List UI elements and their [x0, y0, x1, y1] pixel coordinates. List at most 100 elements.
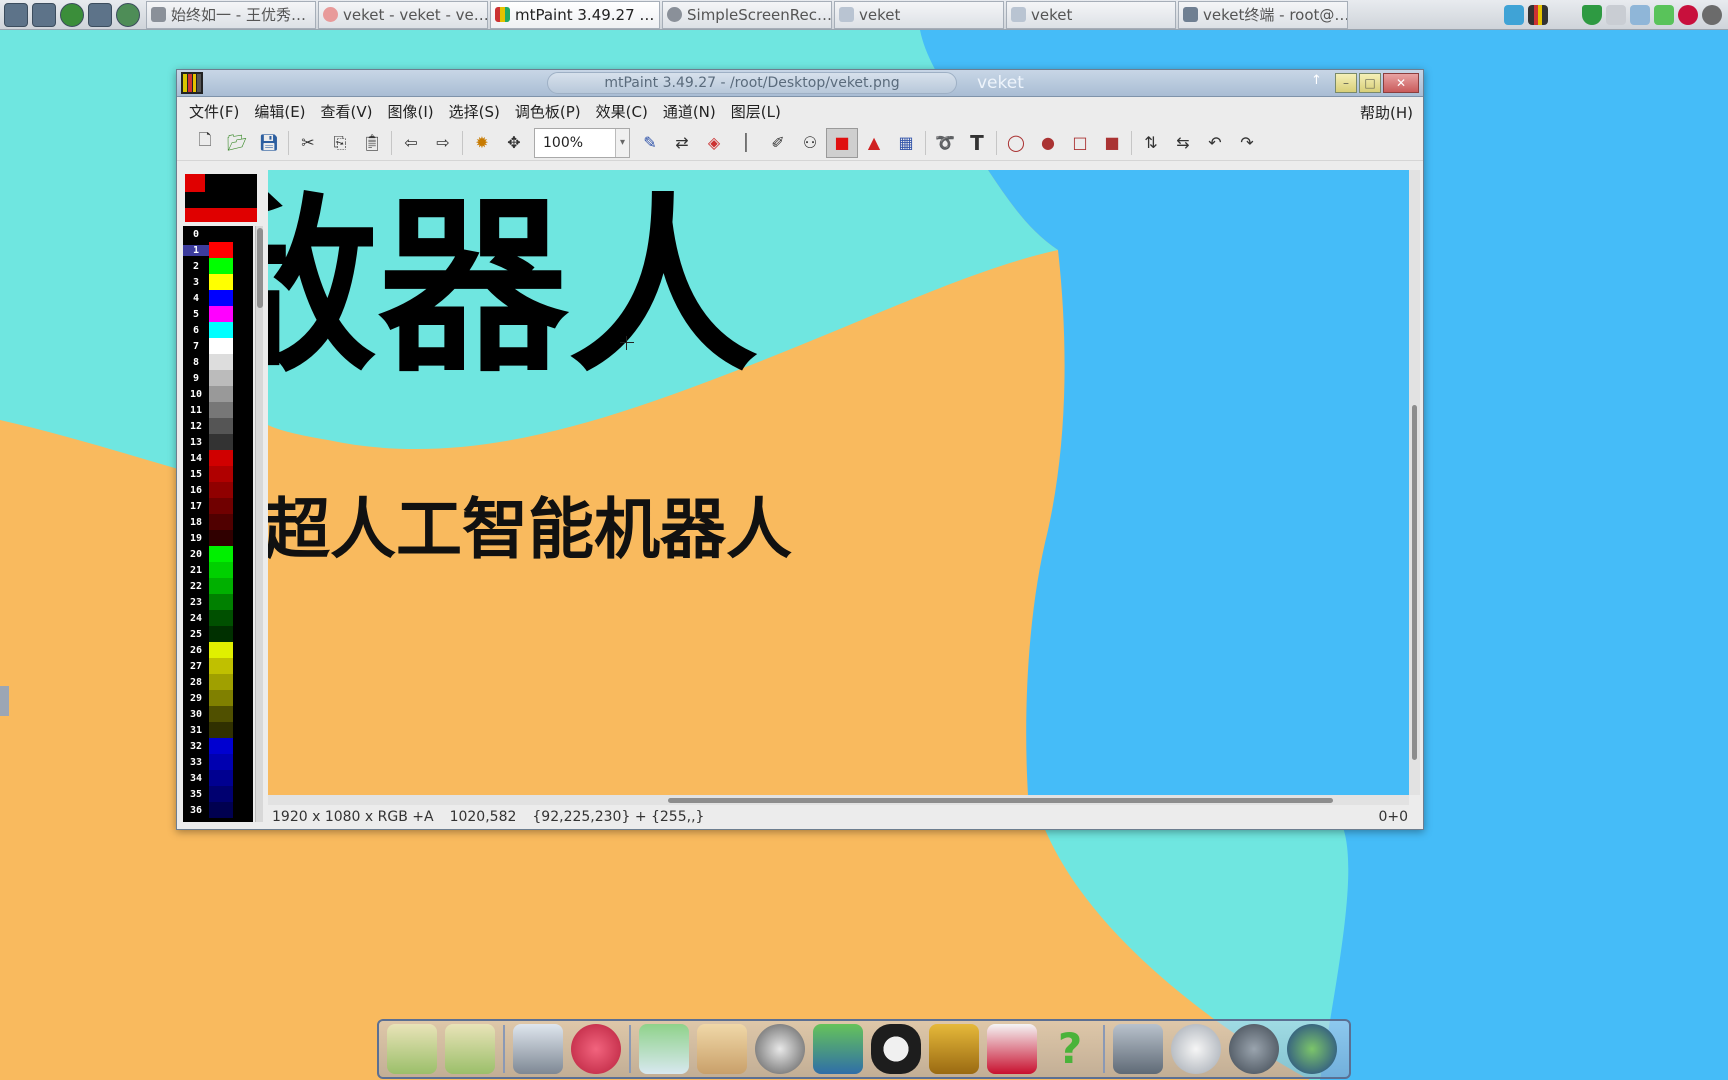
palette-entry[interactable]: 17 [183, 498, 253, 514]
palette-entry[interactable]: 5 [183, 306, 253, 322]
palette-swatch[interactable] [209, 658, 233, 674]
palette-swatch[interactable] [209, 754, 233, 770]
palette-entry[interactable]: 10 [183, 386, 253, 402]
help-icon[interactable]: ? [1045, 1024, 1095, 1074]
palette-swatch[interactable] [209, 258, 233, 274]
palette-entry[interactable]: 18 [183, 514, 253, 530]
palette-entry[interactable]: 29 [183, 690, 253, 706]
palette-swatch[interactable] [209, 674, 233, 690]
task-button[interactable]: veket - veket - ve… [318, 0, 488, 29]
menu-effects[interactable]: 效果(C) [596, 101, 648, 122]
battery-icon[interactable] [1654, 5, 1674, 25]
task-button[interactable]: veket [1006, 0, 1176, 29]
palette-entry[interactable]: 35 [183, 786, 253, 802]
palette-swatch[interactable] [209, 402, 233, 418]
palette-swatch[interactable] [209, 450, 233, 466]
globe-icon[interactable] [1287, 1024, 1337, 1074]
zoom-select[interactable]: 100% ▾ [534, 127, 630, 158]
palette-entry[interactable]: 24 [183, 610, 253, 626]
palette-swatch[interactable] [209, 514, 233, 530]
document-icon[interactable] [387, 1024, 437, 1074]
rotate-left-icon[interactable]: ↶ [1199, 128, 1231, 158]
task-button[interactable]: 始终如一 - 王优秀… [146, 0, 316, 29]
palette-entry[interactable]: 36 [183, 802, 253, 818]
cut-icon[interactable]: ✂ [292, 128, 324, 158]
network-manager-icon[interactable] [1630, 5, 1650, 25]
palette-swatch[interactable] [209, 242, 233, 258]
chevron-down-icon[interactable]: ▾ [615, 128, 629, 157]
ellipse-outline-icon[interactable]: ◯ [1000, 128, 1032, 158]
menu-layers[interactable]: 图层(L) [731, 101, 781, 122]
flip-vertical-icon[interactable]: ⇅ [1135, 128, 1167, 158]
palette-swatch[interactable] [209, 578, 233, 594]
scrollbar-thumb[interactable] [668, 798, 1333, 803]
palette-swatch[interactable] [209, 594, 233, 610]
paint-icon[interactable]: ✎ [634, 128, 666, 158]
close-button[interactable]: ✕ [1383, 73, 1419, 93]
mascot-icon[interactable] [571, 1024, 621, 1074]
palette-swatch[interactable] [209, 322, 233, 338]
palette-entry[interactable]: 20 [183, 546, 253, 562]
task-button-active[interactable]: mtPaint 3.49.27 … [490, 0, 660, 29]
palette-entry[interactable]: 15 [183, 466, 253, 482]
palette-swatch[interactable] [209, 690, 233, 706]
palette-swatch[interactable] [209, 770, 233, 786]
palette-entry[interactable]: 0 [183, 226, 253, 242]
maximize-button[interactable]: □ [1359, 73, 1381, 93]
palette-entry[interactable]: 22 [183, 578, 253, 594]
palette-entry[interactable]: 14 [183, 450, 253, 466]
palette-entry[interactable]: 12 [183, 418, 253, 434]
paint-icon[interactable] [697, 1024, 747, 1074]
gradient-icon[interactable]: ▦ [890, 128, 922, 158]
network-icon[interactable] [1504, 5, 1524, 25]
palette-swatch[interactable] [209, 626, 233, 642]
mtpaint-tray-icon[interactable] [1528, 5, 1548, 25]
palette-entry[interactable]: 4 [183, 290, 253, 306]
palette-entry[interactable]: 26 [183, 642, 253, 658]
rect-fill-icon[interactable]: ■ [1096, 128, 1128, 158]
palette-entry[interactable]: 8 [183, 354, 253, 370]
document-icon[interactable] [445, 1024, 495, 1074]
pin-icon[interactable]: ↑ [1311, 73, 1322, 88]
palette-swatch[interactable] [209, 722, 233, 738]
task-button[interactable]: veket终端 - root@… [1178, 0, 1348, 29]
shield-icon[interactable] [1582, 5, 1602, 25]
task-button[interactable]: SimpleScreenRec… [662, 0, 832, 29]
palette-entry[interactable]: 6 [183, 322, 253, 338]
new-icon[interactable]: 🗋 [189, 128, 221, 158]
palette-swatch[interactable] [209, 738, 233, 754]
current-colors[interactable] [185, 174, 257, 222]
palette-entry[interactable]: 3 [183, 274, 253, 290]
palette-entry[interactable]: 9 [183, 370, 253, 386]
globe-icon[interactable] [1229, 1024, 1279, 1074]
palette-swatch[interactable] [209, 786, 233, 802]
palette-entry[interactable]: 2 [183, 258, 253, 274]
door-icon[interactable] [929, 1024, 979, 1074]
palette-swatch[interactable] [209, 706, 233, 722]
ellipse-fill-icon[interactable]: ● [1032, 128, 1064, 158]
rect-outline-icon[interactable]: □ [1064, 128, 1096, 158]
flip-horizontal-icon[interactable]: ⇆ [1167, 128, 1199, 158]
scrollbar-thumb[interactable] [1412, 405, 1417, 760]
palette-entry[interactable]: 23 [183, 594, 253, 610]
penguin-icon[interactable] [871, 1024, 921, 1074]
foreground-color[interactable] [185, 174, 205, 192]
horizontal-scrollbar[interactable] [268, 795, 1409, 805]
palette-entry[interactable]: 11 [183, 402, 253, 418]
paste-icon[interactable]: 📋︎ [356, 128, 388, 158]
palette-swatch[interactable] [209, 546, 233, 562]
clone-icon[interactable]: ⚇ [794, 128, 826, 158]
drive-icon[interactable] [1113, 1024, 1163, 1074]
menu-edit[interactable]: 编辑(E) [254, 101, 305, 122]
power-icon[interactable] [1702, 5, 1722, 25]
menu-image[interactable]: 图像(I) [388, 101, 434, 122]
palette-entry[interactable]: 25 [183, 626, 253, 642]
notebook-icon[interactable] [639, 1024, 689, 1074]
pan-icon[interactable]: ✥ [498, 128, 530, 158]
menu-channels[interactable]: 通道(N) [663, 101, 716, 122]
smudge-icon[interactable]: ✐ [762, 128, 794, 158]
palette-entry[interactable]: 28 [183, 674, 253, 690]
palette-swatch[interactable] [209, 338, 233, 354]
palette-swatch[interactable] [209, 370, 233, 386]
palette-swatch[interactable] [209, 466, 233, 482]
